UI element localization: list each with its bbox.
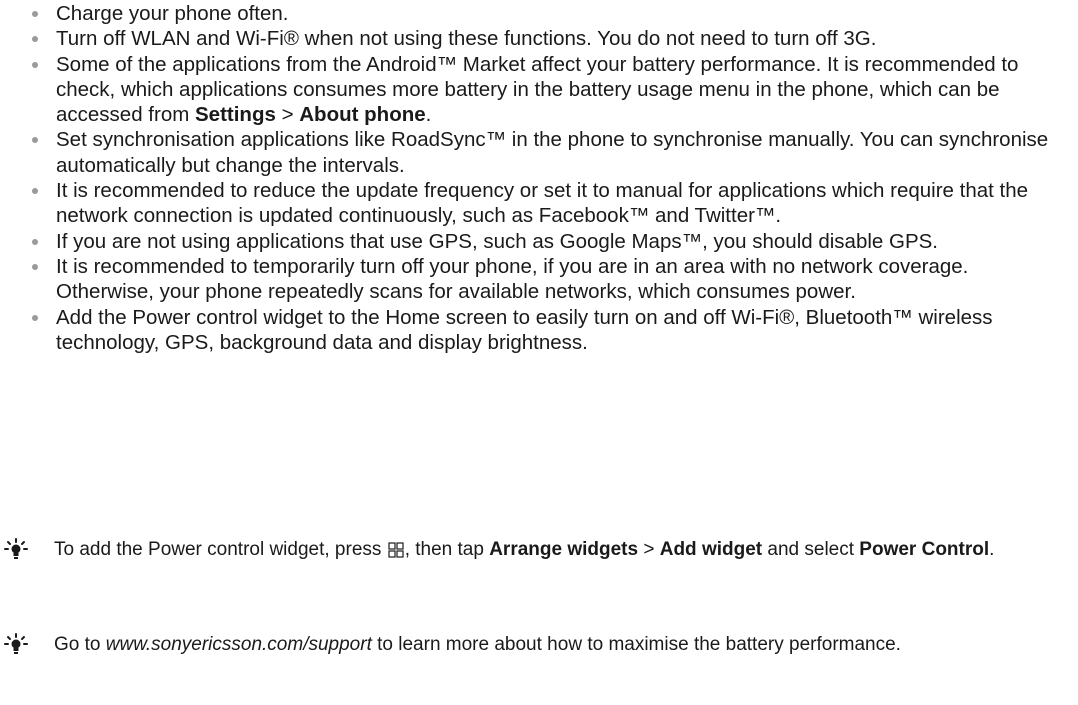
list-item: If you are not using applications that u… (32, 229, 1052, 254)
bullet-dot (32, 11, 38, 17)
sentence-end: . (989, 539, 995, 560)
add-widget-label: Add widget (659, 539, 763, 560)
tip-text-part: , then tap (404, 539, 490, 560)
bullet-dot (32, 314, 38, 321)
menu-key-icon (388, 542, 404, 558)
menu-path-separator: > (275, 103, 300, 127)
list-item: Turn off WLAN and Wi-Fi® when not using … (32, 26, 1052, 51)
tip-text-part: and select (762, 539, 860, 560)
bullet-dot (32, 61, 38, 68)
list-item-text: Add the Power control widget to the Home… (56, 305, 993, 354)
tip-text-part: Go to (54, 634, 106, 655)
bullet-dot (32, 188, 38, 195)
list-item-text: It is recommended to temporarily turn of… (56, 254, 969, 304)
battery-tips-list: Charge your phone often. Turn off WLAN a… (32, 1, 1052, 355)
bullet-dot (32, 137, 38, 144)
list-item: Set synchronisation applications like Ro… (32, 127, 1052, 178)
list-item-text: It is recommended to reduce the update f… (56, 179, 1029, 228)
tip-text-part: To add the Power control widget, press (54, 539, 387, 560)
power-control-label: Power Control (859, 539, 990, 560)
list-item: It is recommended to reduce the update f… (32, 178, 1052, 229)
bullet-dot (32, 36, 38, 43)
bullet-dot (32, 263, 38, 270)
tip-lightbulb-icon (4, 633, 28, 654)
tip-text-part: to learn more about how to maximise the … (371, 634, 901, 655)
list-item: It is recommended to temporarily turn of… (32, 254, 1052, 305)
about-phone-menu-label: About phone (299, 103, 426, 127)
list-item: Some of the applications from the Androi… (32, 52, 1052, 128)
list-item-text: Turn off WLAN and Wi-Fi® when not using … (56, 27, 877, 51)
tip-lightbulb-icon (4, 538, 28, 559)
list-item: Charge your phone often. (32, 1, 1052, 26)
list-item: Add the Power control widget to the Home… (32, 305, 1052, 356)
list-item-text: Charge your phone often. (56, 2, 289, 25)
menu-path-separator: > (638, 539, 660, 560)
list-item-text: If you are not using applications that u… (56, 229, 939, 253)
document-page: Charge your phone often. Turn off WLAN a… (0, 0, 1078, 705)
support-url-link[interactable]: www.sonyericsson.com/support (106, 634, 372, 655)
settings-menu-label: Settings (195, 103, 276, 127)
list-item-text: Set synchronisation applications like Ro… (56, 128, 1049, 177)
arrange-widgets-label: Arrange widgets (489, 539, 639, 560)
sentence-end: . (425, 103, 432, 127)
tip-text: Go to www.sonyericsson.com/support to le… (54, 632, 1054, 657)
tip-text: To add the Power control widget, press ,… (54, 537, 1054, 562)
bullet-dot (32, 238, 38, 245)
